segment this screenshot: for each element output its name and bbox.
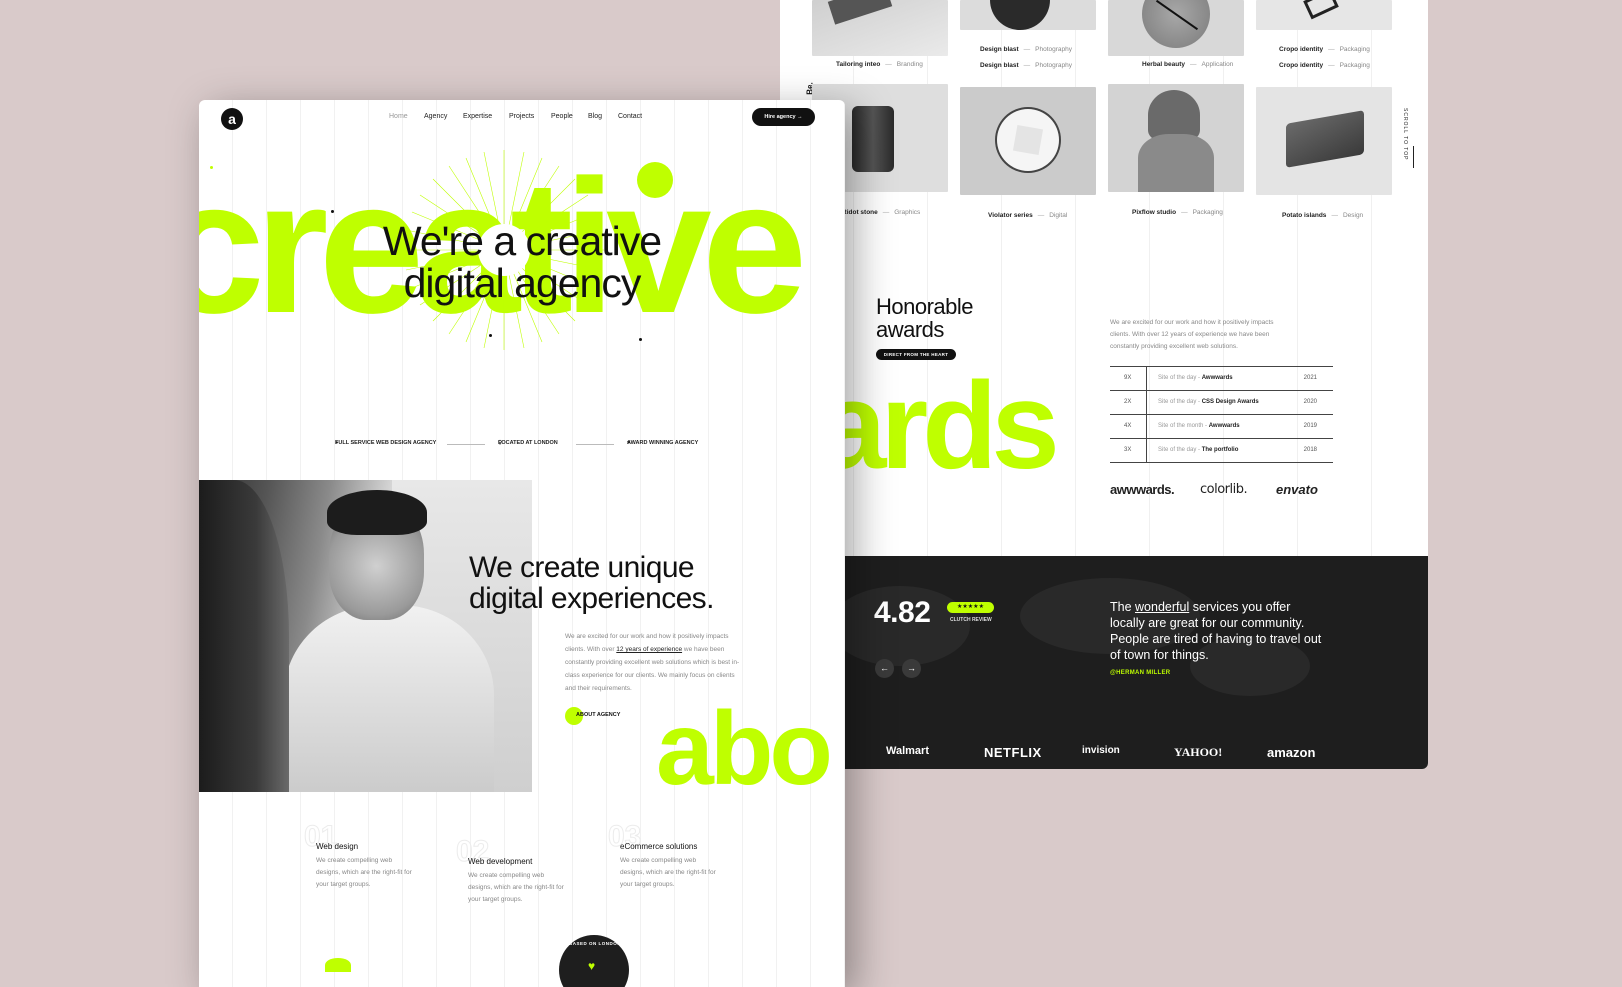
award-row: 2X Site of the day - CSS Design Awards 202…	[1110, 391, 1333, 415]
portfolio-caption[interactable]: Ridot stone — Graphics	[842, 209, 920, 216]
unique-description: We are excited for our work and how it p…	[565, 633, 740, 692]
portfolio-image[interactable]	[960, 0, 1096, 30]
about-background-word: abo	[656, 691, 833, 807]
portfolio-caption[interactable]: Tailoring inteo — Branding	[836, 61, 923, 68]
nav-projects[interactable]: Projects	[509, 113, 534, 120]
decorative-shape-icon	[325, 958, 351, 972]
clutch-review-label: CLUTCH REVIEW	[950, 617, 992, 623]
portfolio-caption[interactable]: Pixflow studio — Packaging	[1132, 209, 1223, 216]
portfolio-caption[interactable]: Herbal beauty — Application	[1142, 61, 1233, 68]
award-logos: awwwards. colorlib. envato	[1110, 482, 1333, 502]
portfolio-image[interactable]	[812, 0, 948, 56]
unique-heading: We create unique digital experiences.	[469, 551, 714, 615]
yahoo-logo: YAHOO!	[1174, 745, 1223, 759]
nav-people[interactable]: People	[551, 113, 573, 120]
portfolio-gallery: Tailoring inteo — Branding Design blast — Ph…	[812, 0, 1398, 240]
nav-home[interactable]: Home	[389, 113, 408, 120]
nav-expertise[interactable]: Expertise	[463, 113, 492, 120]
decorative-dot-icon	[331, 210, 334, 213]
portfolio-image[interactable]	[1256, 0, 1392, 30]
left-mockup: a Home Agency Expertise Projects People …	[199, 100, 845, 987]
hire-agency-button[interactable]: Hire agency →	[752, 108, 815, 126]
right-mockup: Be. SCROLL TO TOP Tailoring inteo — Brandi…	[780, 0, 1428, 769]
nav-contact[interactable]: Contact	[618, 113, 642, 120]
decorative-dot-icon	[489, 334, 492, 337]
portfolio-image[interactable]	[1108, 0, 1244, 56]
nav-blog[interactable]: Blog	[588, 113, 602, 120]
hero-heading: We're a creative digital agency	[382, 218, 662, 306]
netflix-logo: NETFLIX	[984, 745, 1042, 760]
rating-value: 4.82	[874, 596, 931, 629]
awards-table: 9X Site of the day - Awwwards 2021 2X Site …	[1110, 366, 1333, 463]
previous-arrow-icon[interactable]: ←	[875, 659, 894, 678]
envato-logo[interactable]: envato	[1276, 482, 1318, 497]
award-row: 9X Site of the day - Awwwards 2021	[1110, 367, 1333, 391]
portfolio-caption[interactable]: Cropo identity — Packaging	[1279, 62, 1370, 69]
direct-from-heart-button[interactable]: DIRECT FROM THE HEART	[876, 349, 956, 360]
portfolio-image[interactable]	[1256, 87, 1392, 195]
testimonial-author: @HERMAN MILLER	[1110, 670, 1171, 676]
testimonial-quote: The wonderful services you offer locally…	[1110, 600, 1322, 662]
team-member-photo	[199, 480, 532, 792]
portfolio-image[interactable]	[960, 87, 1096, 195]
nav-agency[interactable]: Agency	[424, 113, 447, 120]
awards-description: We are excited for our work and how it p…	[1110, 319, 1274, 350]
decorative-dot-icon	[210, 166, 213, 169]
scroll-to-top-line	[1413, 146, 1414, 168]
decorative-dot-icon	[639, 338, 642, 341]
invision-logo: invision	[1082, 745, 1120, 756]
next-arrow-icon[interactable]: →	[902, 659, 921, 678]
agency-logo[interactable]: a	[221, 108, 243, 130]
portfolio-caption[interactable]: Cropo identity — Packaging	[1279, 46, 1370, 53]
rating-stars-icon: ★★★★★	[947, 602, 994, 613]
award-row: 3X Site of the day - The portfolio 2018	[1110, 439, 1333, 463]
awwwards-logo[interactable]: awwwards.	[1110, 482, 1175, 497]
location-badge: BASED ON LONDON ♥	[559, 935, 629, 987]
awards-heading: Honorable awards	[876, 294, 974, 342]
scroll-to-top-label[interactable]: SCROLL TO TOP	[1402, 108, 1408, 160]
portfolio-caption[interactable]: Design blast — Photography	[980, 62, 1072, 69]
heart-icon: ♥	[588, 959, 596, 973]
portfolio-caption[interactable]: Potato islands — Design	[1282, 212, 1363, 219]
award-row: 4X Site of the month - Awwwards 2019	[1110, 415, 1333, 439]
decorative-dot-icon	[637, 162, 673, 198]
colorlib-logo[interactable]: colorlib.	[1200, 482, 1248, 497]
awards-background-word: ards	[818, 358, 1060, 495]
portfolio-caption[interactable]: Violator series — Digital	[988, 212, 1067, 219]
portfolio-image[interactable]	[1108, 84, 1244, 192]
portfolio-caption[interactable]: Design blast — Photography	[980, 46, 1072, 53]
amazon-logo: amazon	[1267, 745, 1316, 760]
walmart-logo: Walmart	[886, 745, 929, 757]
